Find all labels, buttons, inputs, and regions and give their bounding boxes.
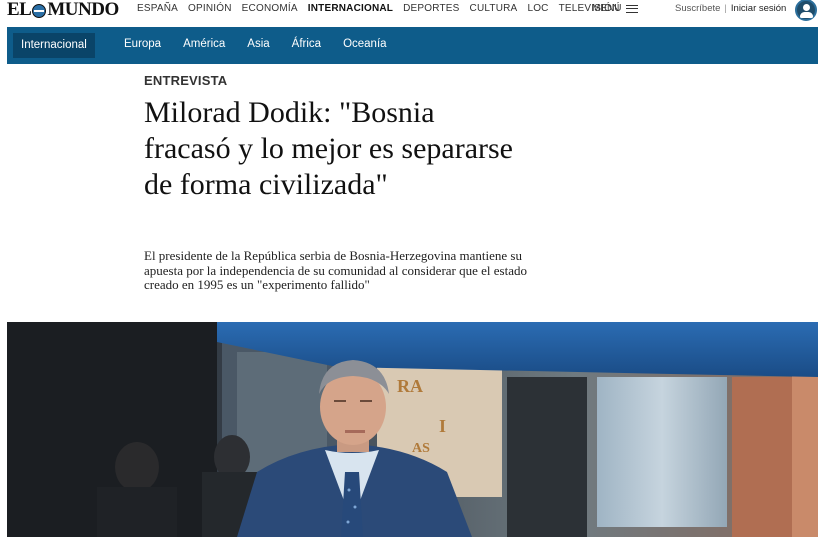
nav-item-cultura[interactable]: CULTURA	[470, 3, 518, 14]
article-headline: Milorad Dodik: "Bosnia fracasó y lo mejo…	[144, 96, 513, 201]
subsection-europa[interactable]: Europa	[124, 38, 161, 50]
nav-item-espana[interactable]: ESPAÑA	[137, 3, 178, 14]
sign-text-3: AS	[412, 441, 430, 456]
nav-item-loc[interactable]: LOC	[527, 3, 548, 14]
subsection-oceania[interactable]: Oceanía	[343, 38, 386, 50]
site-header: EL MUNDO ESPAÑA OPINIÓN ECONOMÍA INTERNA…	[0, 0, 819, 22]
subsection-asia[interactable]: Asia	[247, 38, 269, 50]
nav-item-deportes[interactable]: DEPORTES	[403, 3, 459, 14]
divider: |	[724, 3, 727, 14]
article-standfirst: El presidente de la República serbia de …	[144, 248, 527, 292]
main-nav: ESPAÑA OPINIÓN ECONOMÍA INTERNACIONAL DE…	[137, 3, 620, 14]
user-avatar-icon[interactable]	[795, 0, 817, 21]
globe-icon	[32, 4, 47, 18]
article-kicker: ENTREVISTA	[144, 73, 228, 88]
hamburger-icon	[626, 4, 639, 13]
nav-item-opinion[interactable]: OPINIÓN	[188, 3, 232, 14]
logo-left-text: EL	[7, 0, 32, 20]
account-links: Suscríbete | Iniciar sesión	[675, 3, 786, 14]
el-mundo-logo[interactable]: EL MUNDO	[7, 0, 119, 21]
section-nav-bar: Internacional Europa América Asia África…	[7, 27, 818, 64]
sign-text-2: I	[439, 416, 446, 436]
article-photo: RA I AS	[7, 322, 818, 537]
subsection-nav: Europa América Asia África Oceanía	[124, 38, 409, 50]
menu-button[interactable]: MENÚ	[592, 3, 639, 14]
nav-item-internacional[interactable]: INTERNACIONAL	[308, 3, 393, 14]
subsection-america[interactable]: América	[183, 38, 225, 50]
nav-item-economia[interactable]: ECONOMÍA	[242, 3, 298, 14]
logo-right-text: MUNDO	[47, 0, 119, 20]
photo-illustration: RA I AS	[7, 322, 818, 537]
section-tab-internacional[interactable]: Internacional	[13, 33, 95, 58]
menu-label: MENÚ	[592, 3, 622, 14]
login-link[interactable]: Iniciar sesión	[731, 3, 786, 14]
subsection-africa[interactable]: África	[292, 38, 321, 50]
sign-text-1: RA	[397, 376, 423, 396]
subscribe-link[interactable]: Suscríbete	[675, 3, 720, 14]
